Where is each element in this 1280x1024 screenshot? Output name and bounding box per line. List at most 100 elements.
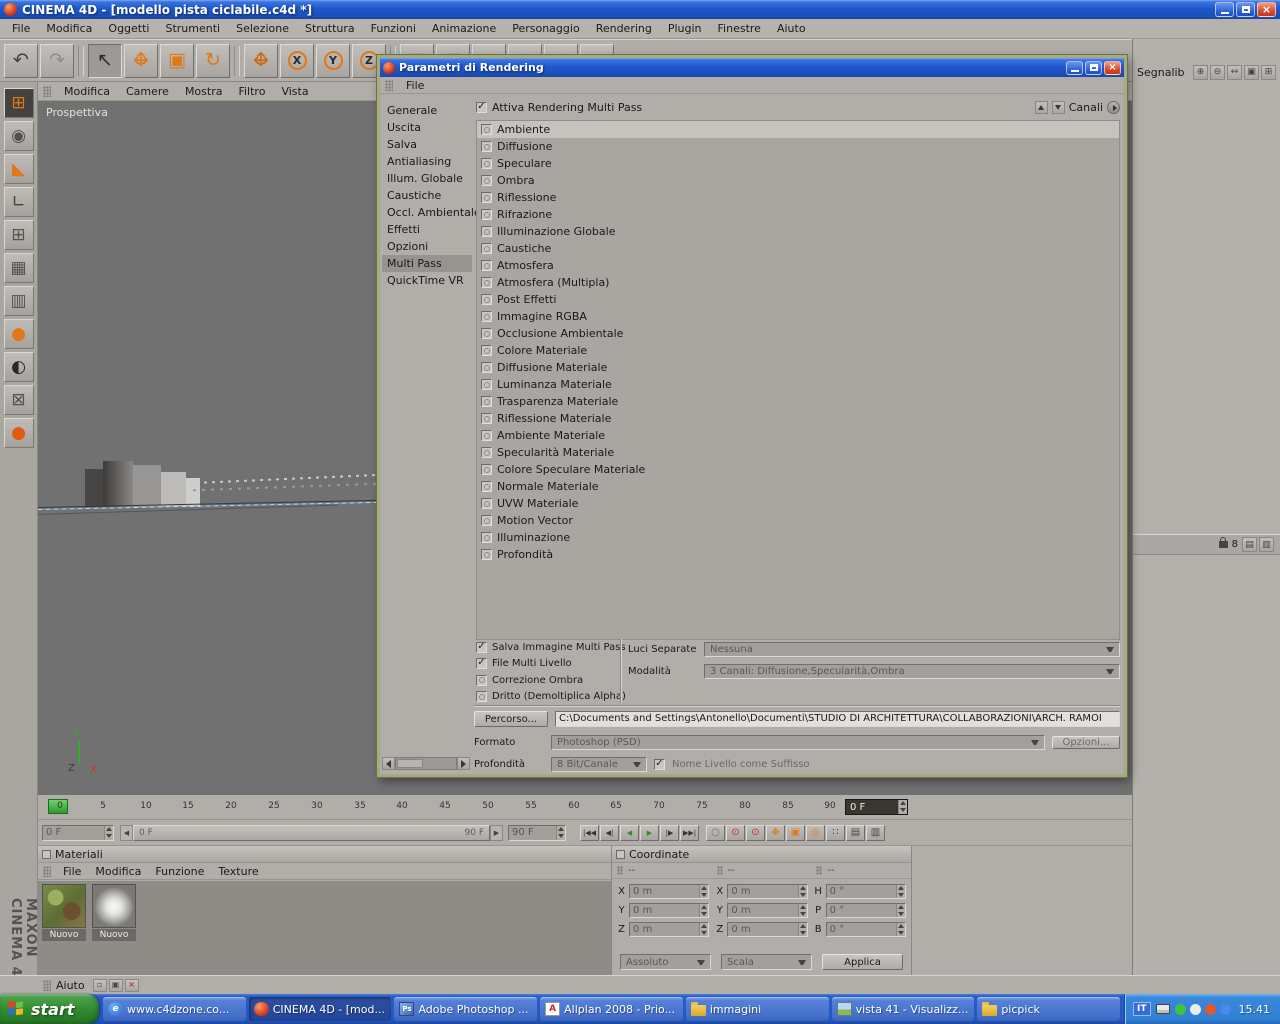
spin-down-icon[interactable] bbox=[105, 833, 113, 840]
channel-checkbox[interactable] bbox=[481, 379, 492, 390]
spin-up-icon[interactable] bbox=[105, 826, 113, 833]
coordinate-mode-dropdown[interactable]: Assoluto bbox=[620, 954, 711, 970]
menu-filtro[interactable]: Filtro bbox=[230, 83, 273, 100]
scale-mode-dropdown[interactable]: Scala bbox=[721, 954, 812, 970]
axis-grid-icon[interactable]: ⊠ bbox=[3, 385, 34, 415]
spinner[interactable] bbox=[896, 885, 905, 898]
menu-modifica[interactable]: Modifica bbox=[38, 20, 100, 37]
coordinate-field[interactable]: 0 m bbox=[727, 884, 808, 899]
keyboard-icon[interactable] bbox=[1155, 1004, 1170, 1014]
checkbox[interactable] bbox=[476, 641, 487, 653]
menu-struttura[interactable]: Struttura bbox=[297, 20, 363, 37]
percorso-button[interactable]: Percorso... bbox=[474, 711, 548, 727]
task-picpick[interactable]: picpick bbox=[977, 997, 1121, 1021]
channel-rifrazione[interactable]: Rifrazione bbox=[477, 206, 1119, 223]
nav-illum-globale[interactable]: Illum. Globale bbox=[382, 170, 472, 187]
array-cubes-icon[interactable]: ⊞ bbox=[3, 220, 34, 250]
nav-generale[interactable]: Generale bbox=[382, 102, 472, 119]
channel-ambiente[interactable]: Ambiente bbox=[477, 121, 1119, 138]
range-scroll-left-button[interactable]: ◀ bbox=[120, 825, 133, 841]
goto-start-button[interactable]: |◀◀ bbox=[580, 825, 599, 841]
spin-down-icon[interactable] bbox=[897, 911, 905, 918]
spinner[interactable] bbox=[699, 885, 709, 899]
spin-down-icon[interactable] bbox=[700, 892, 708, 899]
checkbox[interactable] bbox=[476, 691, 487, 703]
channel-colore-materiale[interactable]: Colore Materiale bbox=[477, 342, 1119, 359]
dialog-minimize-button[interactable] bbox=[1066, 60, 1083, 75]
checkbox[interactable] bbox=[476, 658, 487, 670]
material-item[interactable]: Nuovo bbox=[92, 884, 138, 941]
move-channel-down-button[interactable] bbox=[1051, 100, 1065, 114]
spinner[interactable] bbox=[104, 826, 113, 840]
panel-grid-icon[interactable]: ▥ bbox=[3, 286, 34, 316]
green-status-tray-icon[interactable] bbox=[1174, 1003, 1186, 1015]
y-axis-lock[interactable]: Y bbox=[316, 43, 350, 78]
channel-caustiche[interactable]: Caustiche bbox=[477, 240, 1119, 257]
channel-checkbox[interactable] bbox=[481, 481, 492, 492]
spinner[interactable] bbox=[699, 904, 709, 918]
menu-oggetti[interactable]: Oggetti bbox=[100, 20, 157, 37]
separate-lights-dropdown[interactable]: Nessuna bbox=[704, 641, 1120, 657]
channel-checkbox[interactable] bbox=[481, 141, 492, 152]
drag-handle-icon[interactable] bbox=[43, 85, 51, 97]
help-close-button[interactable]: × bbox=[124, 978, 139, 992]
pan-view-icon[interactable]: ↔ bbox=[1227, 64, 1242, 80]
bookmarks-tab[interactable]: Segnalib bbox=[1137, 66, 1185, 79]
menu-funzioni[interactable]: Funzioni bbox=[363, 20, 424, 37]
channel-specularit-materiale[interactable]: Specularità Materiale bbox=[477, 444, 1119, 461]
channel-checkbox[interactable] bbox=[481, 243, 492, 254]
move-channel-up-button[interactable] bbox=[1034, 100, 1048, 114]
live-selection-tool[interactable]: ↖ bbox=[88, 43, 122, 78]
apply-button[interactable]: Applica bbox=[822, 954, 903, 970]
channel-luminanza-materiale[interactable]: Luminanza Materiale bbox=[477, 376, 1119, 393]
channel-atmosfera-multipla[interactable]: Atmosfera (Multipla) bbox=[477, 274, 1119, 291]
menu-strumenti[interactable]: Strumenti bbox=[157, 20, 228, 37]
menu-file[interactable]: File bbox=[56, 864, 88, 879]
menu-selezione[interactable]: Selezione bbox=[228, 20, 297, 37]
scrollbar-thumb[interactable] bbox=[397, 759, 423, 768]
measure-ruler-icon[interactable]: ∟ bbox=[3, 187, 34, 217]
menu-file[interactable]: File bbox=[4, 20, 38, 37]
redo-icon[interactable]: ↷ bbox=[40, 43, 74, 78]
coordinate-field[interactable]: 0 ° bbox=[825, 903, 906, 918]
spin-down-icon[interactable] bbox=[897, 930, 905, 937]
channel-checkbox[interactable] bbox=[481, 447, 492, 458]
task-www-c4dzone-co[interactable]: e www.c4dzone.co... bbox=[103, 997, 246, 1021]
zoom-in-icon[interactable]: ⊕ bbox=[1193, 64, 1208, 80]
channel-checkbox[interactable] bbox=[481, 396, 492, 407]
spin-down-icon[interactable] bbox=[799, 911, 807, 918]
zoom-out-icon[interactable]: ⊖ bbox=[1210, 64, 1225, 80]
spin-down-icon[interactable] bbox=[700, 911, 708, 918]
axis-modifier-tool[interactable]: ↔ ↕ bbox=[244, 43, 278, 78]
undo-icon[interactable]: ↶ bbox=[4, 43, 38, 78]
drag-handle-icon[interactable] bbox=[43, 979, 51, 991]
channel-checkbox[interactable] bbox=[481, 532, 492, 543]
channel-motion-vector[interactable]: Motion Vector bbox=[477, 512, 1119, 529]
key-rotation-toggle[interactable]: ◎ bbox=[806, 825, 825, 841]
timeline-ruler[interactable]: 0 5 10 15 20 25 30 35 40 45 50 55 60 65 70 75 80 85 90 0 F bbox=[38, 795, 1132, 820]
spinner[interactable] bbox=[797, 904, 807, 918]
dialog-maximize-button[interactable] bbox=[1085, 60, 1102, 75]
material-thumbnail[interactable] bbox=[42, 884, 86, 928]
window-titlebar[interactable]: CINEMA 4D - [modello pista ciclabile.c4d… bbox=[0, 0, 1280, 19]
coordinate-field[interactable]: 0 ° bbox=[825, 922, 906, 937]
spin-up-icon[interactable] bbox=[899, 800, 907, 807]
nav-caustiche[interactable]: Caustiche bbox=[382, 187, 472, 204]
menu-personaggio[interactable]: Personaggio bbox=[504, 20, 587, 37]
layers-icon[interactable]: ▤ bbox=[1242, 537, 1257, 552]
suffix-checkbox[interactable] bbox=[654, 758, 665, 770]
option-dritto-demoltiplica-alpha[interactable]: Dritto (Demoltiplica Alpha) bbox=[476, 689, 626, 706]
channel-checkbox[interactable] bbox=[481, 158, 492, 169]
materials-header[interactable]: Materiali bbox=[38, 846, 611, 863]
menu-finestre[interactable]: Finestre bbox=[710, 20, 769, 37]
material-sphere-icon[interactable]: ● bbox=[3, 418, 34, 448]
spin-down-icon[interactable] bbox=[557, 833, 565, 840]
save-path-field[interactable]: C:\Documents and Settings\Antonello\Docu… bbox=[555, 711, 1120, 727]
record-ring-button[interactable]: ○ bbox=[706, 825, 725, 841]
option-salva-immagine-multi-pass[interactable]: Salva Immagine Multi Pass bbox=[476, 639, 626, 656]
coordinate-field[interactable]: 0 m bbox=[727, 922, 808, 937]
material-item[interactable]: Nuovo bbox=[42, 884, 88, 941]
rotate-tool[interactable]: ↻ bbox=[196, 43, 230, 78]
start-frame-field[interactable]: 0 F bbox=[42, 825, 114, 841]
channel-checkbox[interactable] bbox=[481, 430, 492, 441]
